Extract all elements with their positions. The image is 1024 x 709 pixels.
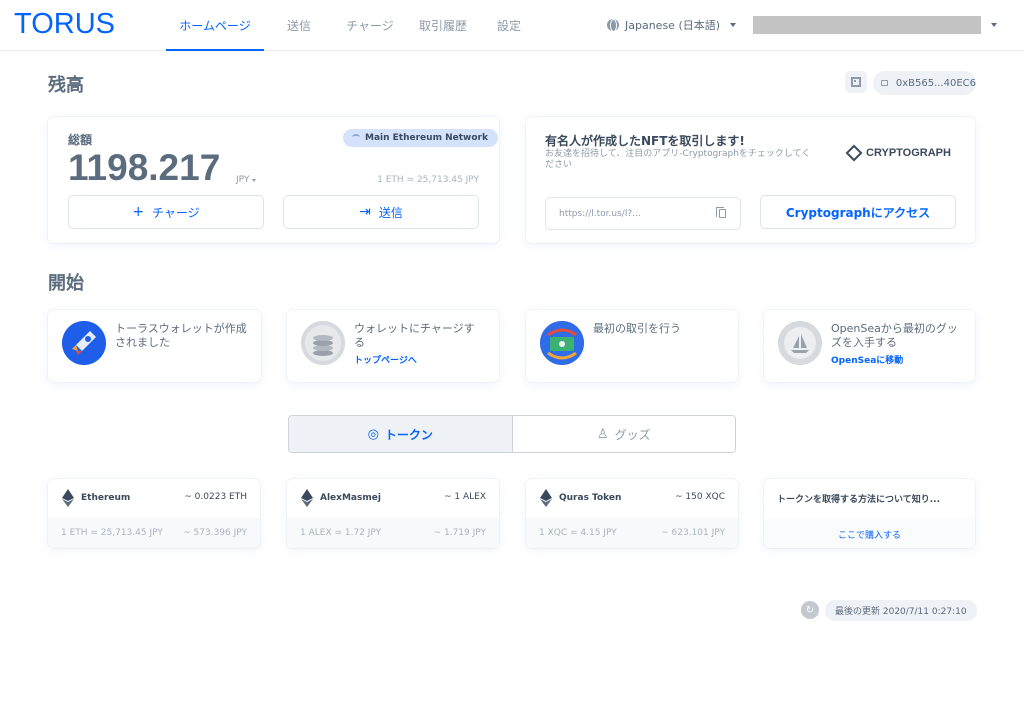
buy-tokens-card: トークンを取得する方法について知り... ここで購入する xyxy=(764,479,975,548)
logo-text: TORUS xyxy=(14,7,115,40)
asset-tabs: ◎ トークン ♙ グッズ xyxy=(288,415,736,453)
wallet-icon xyxy=(881,80,888,86)
money-exchange-icon xyxy=(540,321,584,365)
account-chevron-down-icon[interactable] xyxy=(991,23,997,27)
network-label: Main Ethereum Network xyxy=(365,133,488,143)
collectibles-icon: ♙ xyxy=(596,426,609,442)
token-rate: 1 ETH = 25,713.45 JPY xyxy=(61,528,163,538)
refresh-button[interactable]: ↻ xyxy=(801,601,819,619)
start-tile-wallet-created: トーラスウォレットが作成されました xyxy=(48,310,261,382)
promo-title: 有名人が作成したNFTを取引します! xyxy=(545,134,745,148)
nav-item-activity[interactable]: 取引履歴 xyxy=(406,0,480,51)
tile-link-opensea[interactable]: OpenSeaに移動 xyxy=(831,353,903,366)
start-section-title: 開始 xyxy=(48,273,84,294)
currency-label: JPY xyxy=(236,175,250,185)
token-name: Quras Token xyxy=(559,493,622,503)
qr-code-button[interactable] xyxy=(845,71,867,93)
account-menu[interactable] xyxy=(753,16,981,34)
referral-link-field[interactable]: https://l.tor.us/l?... xyxy=(545,197,741,230)
balance-section-title: 残高 xyxy=(48,75,84,96)
top-header: TORUS ホームページ 送信 チャージ 取引履歴 設定 Japanese (日… xyxy=(0,0,1024,51)
torus-logo[interactable]: TORUS xyxy=(14,7,115,40)
send-button[interactable]: ⇥ 送信 xyxy=(283,195,479,229)
cryptograph-cube-icon xyxy=(845,144,863,162)
network-icon xyxy=(352,134,360,140)
tile-title: OpenSeaから最初のグッズを入手する xyxy=(831,322,958,349)
token-footer: 1 ALEX = 1.72 JPY ~ 1.719 JPY xyxy=(287,518,499,548)
nav-item-home[interactable]: ホームページ xyxy=(166,0,264,51)
tile-title: トーラスウォレットが作成されました xyxy=(115,322,247,349)
send-button-label: 送信 xyxy=(378,205,403,220)
token-footer: 1 ETH = 25,713.45 JPY ~ 573.396 JPY xyxy=(48,518,260,548)
tile-link-top-page[interactable]: トップページへ xyxy=(354,353,417,366)
buy-tokens-footer: ここで購入する xyxy=(764,518,975,548)
charge-button-label: チャージ xyxy=(152,205,200,220)
total-label: 総額 xyxy=(68,133,93,147)
tab-tokens[interactable]: ◎ トークン xyxy=(289,416,513,452)
wallet-address-chip[interactable]: 0xB565...40EC6 xyxy=(873,71,976,95)
wallet-address: 0xB565...40EC6 xyxy=(895,77,976,89)
token-value: ~ 1.719 JPY xyxy=(433,528,486,538)
buy-tokens-title: トークンを取得する方法について知り... xyxy=(777,495,940,505)
token-card-alexmasmej[interactable]: AlexMasmej ~ 1 ALEX 1 ALEX = 1.72 JPY ~ … xyxy=(287,479,499,548)
currency-selector[interactable]: JPY xyxy=(236,175,257,185)
token-name: Ethereum xyxy=(81,493,131,503)
chevron-down-icon xyxy=(730,23,737,27)
ethereum-icon xyxy=(62,489,74,507)
cryptograph-logo-text: CRYPTOGRAPH xyxy=(866,147,951,159)
rocket-icon xyxy=(62,321,106,365)
token-amount: ~ 1 ALEX xyxy=(443,492,486,502)
token-footer: 1 XQC = 4.15 JPY ~ 623.101 JPY xyxy=(526,518,738,548)
cryptograph-logo: CRYPTOGRAPH xyxy=(845,144,951,162)
nav-item-settings[interactable]: 設定 xyxy=(480,0,538,51)
send-arrow-icon: ⇥ xyxy=(359,204,371,220)
tile-title: ウォレットにチャージする xyxy=(354,322,475,349)
last-updated-chip: 最後の更新 2020/7/11 0:27:10 xyxy=(825,600,977,621)
token-value: ~ 623.101 JPY xyxy=(661,528,725,538)
eth-rate: 1 ETH = 25,713.45 JPY xyxy=(377,175,479,185)
nav-item-topup[interactable]: チャージ xyxy=(334,0,406,51)
token-amount: ~ 0.0223 ETH xyxy=(184,492,247,502)
globe-icon xyxy=(607,19,619,32)
refresh-icon: ↻ xyxy=(805,604,815,616)
tile-title: 最初の取引を行う xyxy=(593,322,681,335)
total-balance-card: 総額 Main Ethereum Network 1198.217 JPY 1 … xyxy=(48,117,499,243)
last-updated-text: 最後の更新 2020/7/11 0:27:10 xyxy=(835,607,967,617)
tab-collectibles-label: グッズ xyxy=(614,427,651,442)
token-card-ethereum[interactable]: Ethereum ~ 0.0223 ETH 1 ETH = 25,713.45 … xyxy=(48,479,260,548)
buy-here-link[interactable]: ここで購入する xyxy=(764,528,975,541)
referral-link-text: https://l.tor.us/l?... xyxy=(559,208,641,219)
language-label: Japanese (日本語) xyxy=(625,19,721,32)
token-rate: 1 ALEX = 1.72 JPY xyxy=(300,528,382,538)
coins-icon xyxy=(301,321,345,365)
network-badge[interactable]: Main Ethereum Network xyxy=(343,129,498,147)
total-balance-amount: 1198.217 xyxy=(68,147,221,188)
token-name: AlexMasmej xyxy=(320,493,381,503)
token-card-quras[interactable]: Quras Token ~ 150 XQC 1 XQC = 4.15 JPY ~… xyxy=(526,479,738,548)
token-value: ~ 573.396 JPY xyxy=(183,528,247,538)
cryptograph-access-button[interactable]: Cryptographにアクセス xyxy=(760,195,956,229)
copy-icon[interactable] xyxy=(716,207,726,218)
token-rate: 1 XQC = 4.15 JPY xyxy=(539,528,617,538)
chevron-down-icon xyxy=(252,178,257,182)
main-nav: ホームページ 送信 チャージ 取引履歴 設定 xyxy=(166,0,538,51)
ethereum-icon xyxy=(301,489,313,507)
cryptograph-promo-card: 有名人が作成したNFTを取引します! お友達を招待して、注目のアプリ-Crypt… xyxy=(526,117,975,243)
nav-item-send[interactable]: 送信 xyxy=(264,0,334,51)
ethereum-icon xyxy=(540,489,552,507)
tab-collectibles[interactable]: ♙ グッズ xyxy=(512,416,735,452)
plus-icon: + xyxy=(132,204,145,220)
start-tile-first-transaction[interactable]: 最初の取引を行う xyxy=(526,310,738,382)
token-amount: ~ 150 XQC xyxy=(675,492,725,502)
tab-tokens-label: トークン xyxy=(384,427,433,442)
token-icon: ◎ xyxy=(367,426,379,442)
start-tile-charge-wallet[interactable]: ウォレットにチャージする トップページへ xyxy=(287,310,499,382)
charge-button[interactable]: + チャージ xyxy=(68,195,264,229)
language-selector[interactable]: Japanese (日本語) xyxy=(607,17,737,33)
promo-description: お友達を招待して、注目のアプリ-Cryptographをチェックしてください xyxy=(545,149,811,170)
opensea-icon xyxy=(778,321,822,365)
qr-code-icon xyxy=(851,77,861,87)
start-tile-opensea[interactable]: OpenSeaから最初のグッズを入手する OpenSeaに移動 xyxy=(764,310,975,382)
